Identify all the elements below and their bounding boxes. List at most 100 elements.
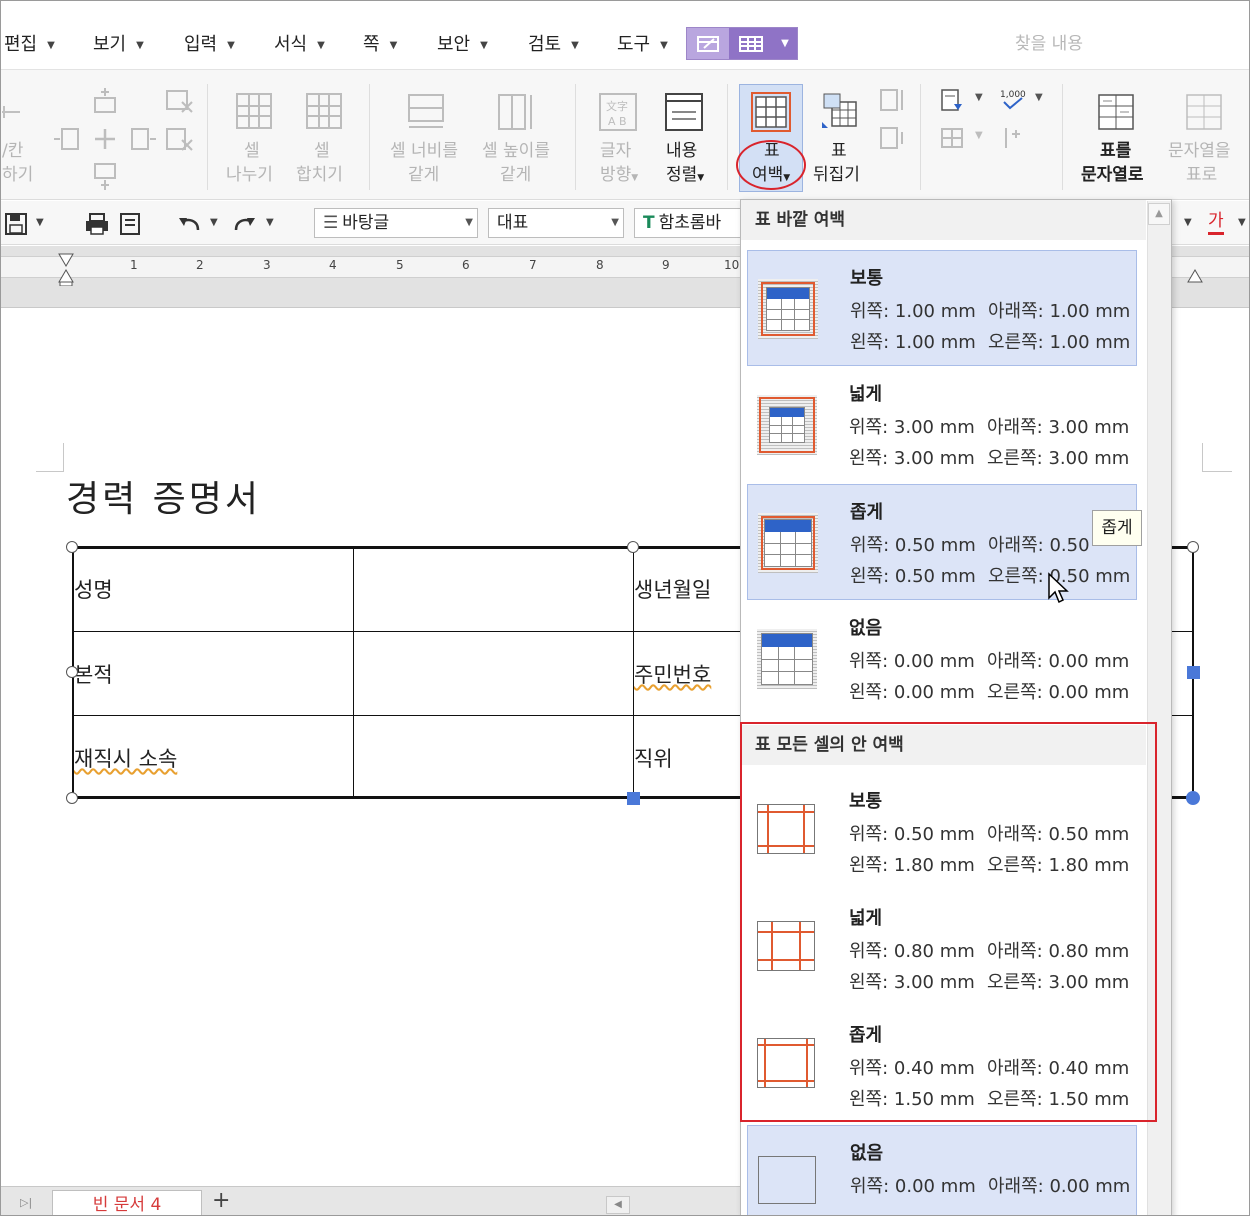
outer-margin-narrow[interactable]: 좁게 위쪽: 0.50 mm 아래쪽: 0.50 왼쪽: 0.50 mm 오른쪽: … bbox=[747, 484, 1137, 600]
menu-security[interactable]: 보안 ▼ bbox=[437, 30, 488, 56]
preview-icon[interactable] bbox=[118, 212, 142, 236]
save-icon[interactable] bbox=[4, 212, 28, 236]
table-cell[interactable]: 본적 bbox=[74, 659, 113, 689]
menu-insert[interactable]: 입력 ▼ bbox=[184, 30, 235, 56]
ruler-number: 8 bbox=[596, 258, 604, 272]
chevron-down-icon[interactable]: ▼ bbox=[773, 28, 797, 59]
distribute-rows-icon[interactable] bbox=[878, 86, 906, 114]
table-resize-handle[interactable] bbox=[66, 541, 78, 553]
undo-icon[interactable] bbox=[176, 212, 202, 236]
document-title[interactable]: 경력 증명서 bbox=[66, 470, 261, 522]
split-cell-icon[interactable] bbox=[236, 93, 272, 129]
chevron-down-icon[interactable]: ▼ bbox=[36, 217, 44, 228]
chevron-down-icon[interactable]: ▼ bbox=[1184, 217, 1192, 228]
cell-attr-icon[interactable] bbox=[938, 124, 966, 152]
text-to-table-icon[interactable] bbox=[1184, 92, 1224, 132]
chevron-down-icon[interactable]: ▼ bbox=[975, 92, 983, 103]
highlight-circle bbox=[736, 140, 806, 190]
inner-margin-none[interactable]: 없음 위쪽: 0.00 mm 아래쪽: 0.00 mm bbox=[747, 1125, 1137, 1216]
option-values: 왼쪽: 0.50 mm 오른쪽: 0.50 mm bbox=[850, 566, 1131, 587]
table-resize-handle[interactable] bbox=[627, 541, 639, 553]
svg-text:A B: A B bbox=[608, 115, 627, 128]
distribute-cols-icon[interactable] bbox=[878, 124, 906, 152]
table-design-icon[interactable] bbox=[687, 28, 729, 59]
content-align-icon[interactable] bbox=[664, 92, 704, 132]
scroll-left-icon[interactable]: ◀ bbox=[606, 1196, 630, 1214]
delete-column-icon[interactable] bbox=[164, 124, 194, 154]
merge-cell-label-1: 셀 bbox=[314, 141, 330, 161]
equal-height-icon[interactable] bbox=[496, 92, 536, 132]
table-resize-handle[interactable] bbox=[1186, 791, 1200, 805]
chevron-down-icon[interactable]: ▼ bbox=[266, 217, 274, 228]
table-resize-handle[interactable] bbox=[66, 792, 78, 804]
insert-column-left-icon[interactable] bbox=[52, 124, 82, 154]
chevron-down-icon[interactable]: ▼ bbox=[975, 130, 983, 141]
option-name: 보통 bbox=[850, 268, 884, 289]
right-indent-marker-icon[interactable] bbox=[1186, 252, 1204, 286]
char-color-button[interactable]: 가 bbox=[1208, 210, 1224, 235]
chevron-down-icon[interactable]: ▼ bbox=[1035, 92, 1043, 103]
insert-row-above-icon[interactable] bbox=[90, 86, 120, 116]
redo-icon[interactable] bbox=[232, 212, 258, 236]
ribbon-separator bbox=[1062, 84, 1063, 190]
table-resize-handle[interactable] bbox=[1187, 541, 1199, 553]
menu-page[interactable]: 쪽 ▼ bbox=[363, 30, 397, 56]
table-cell[interactable]: 성명 bbox=[74, 574, 113, 604]
tab-document[interactable]: 빈 문서 4 bbox=[52, 1190, 202, 1216]
font-group-select[interactable]: 대표 ▼ bbox=[488, 208, 624, 238]
menu-view[interactable]: 보기 ▼ bbox=[93, 30, 144, 56]
page-corner-mark bbox=[63, 443, 64, 471]
table-to-text-icon[interactable] bbox=[1096, 92, 1136, 132]
table-resize-handle[interactable] bbox=[66, 666, 78, 678]
insert-column-right-icon[interactable] bbox=[128, 124, 158, 154]
add-tab-button[interactable]: + bbox=[212, 1188, 230, 1213]
caption-icon[interactable] bbox=[938, 86, 966, 114]
option-values: 위쪽: 3.00 mm 아래쪽: 3.00 mm bbox=[849, 417, 1130, 438]
flip-table-icon[interactable] bbox=[818, 92, 860, 132]
menu-tools[interactable]: 도구 ▼ bbox=[617, 30, 668, 56]
table-border bbox=[72, 546, 742, 549]
plus-icon[interactable] bbox=[90, 124, 120, 154]
menu-edit[interactable]: 편집 ▼ bbox=[4, 30, 55, 56]
table-tab-toggle[interactable]: ▼ bbox=[686, 27, 798, 60]
equal-width-icon[interactable] bbox=[406, 92, 446, 132]
ribbon-separator bbox=[369, 84, 370, 190]
table-cell[interactable]: 재직시 소속 bbox=[74, 743, 177, 773]
search-input[interactable]: 찾을 내용 bbox=[1015, 29, 1083, 54]
table-cell[interactable]: 주민번호 bbox=[634, 659, 711, 689]
outer-margin-wide[interactable]: 넓게 위쪽: 3.00 mm 아래쪽: 3.00 mm 왼쪽: 3.00 mm 오른… bbox=[747, 367, 1137, 483]
menu-format[interactable]: 서식 ▼ bbox=[274, 30, 325, 56]
chevron-down-icon[interactable]: ▼ bbox=[210, 217, 218, 228]
text-direction-icon[interactable]: 文字 A B bbox=[598, 92, 638, 132]
table-resize-handle[interactable] bbox=[627, 792, 640, 805]
indent-marker-icon[interactable] bbox=[57, 252, 75, 286]
insert-column-icon[interactable] bbox=[0, 100, 24, 124]
outer-margin-normal[interactable]: 보통 위쪽: 1.00 mm 아래쪽: 1.00 mm 왼쪽: 1.00 mm 오른… bbox=[747, 250, 1137, 366]
table-cell[interactable]: 생년월일 bbox=[634, 574, 711, 604]
insert-row-below-icon[interactable] bbox=[90, 162, 120, 192]
table-resize-handle[interactable] bbox=[1187, 666, 1200, 679]
table-margin-icon bbox=[751, 92, 791, 132]
number-format-icon[interactable]: 1,000 bbox=[998, 86, 1030, 114]
menu-bar: 편집 ▼ 보기 ▼ 입력 ▼ 서식 ▼ 쪽 ▼ 보안 ▼ 검토 ▼ 도구 ▼ ▼ 찾을 내용 bbox=[0, 0, 1250, 70]
print-icon[interactable] bbox=[84, 212, 110, 236]
option-values: 왼쪽: 0.00 mm 오른쪽: 0.00 mm bbox=[849, 682, 1130, 703]
ribbon-partial-label-1: /칸 bbox=[2, 141, 24, 161]
equal-height-label-2: 같게 bbox=[500, 165, 532, 185]
menu-review[interactable]: 검토 ▼ bbox=[528, 30, 579, 56]
option-values: 위쪽: 0.00 mm 아래쪽: 0.00 mm bbox=[849, 651, 1130, 672]
formula-icon[interactable] bbox=[998, 124, 1026, 152]
font-select[interactable]: T 함초롬바 bbox=[634, 208, 744, 238]
table-layout-icon[interactable] bbox=[729, 28, 773, 59]
scroll-up-icon[interactable]: ▲ bbox=[1148, 203, 1170, 225]
delete-row-icon[interactable] bbox=[164, 86, 194, 116]
outer-margin-none[interactable]: 없음 위쪽: 0.00 mm 아래쪽: 0.00 mm 왼쪽: 0.00 mm 오른… bbox=[747, 601, 1137, 717]
ruler-number: 2 bbox=[196, 258, 204, 272]
merge-cell-icon[interactable] bbox=[306, 93, 342, 129]
chevron-down-icon[interactable]: ▼ bbox=[1238, 217, 1246, 228]
tab-scroll-icon[interactable]: ▷| bbox=[20, 1196, 32, 1209]
style-select[interactable]: ☰ 바탕글 ▼ bbox=[314, 208, 478, 238]
content-align-label-2: 정렬▼ bbox=[666, 165, 705, 185]
table-border bbox=[72, 715, 742, 716]
table-cell[interactable]: 직위 bbox=[634, 743, 673, 773]
